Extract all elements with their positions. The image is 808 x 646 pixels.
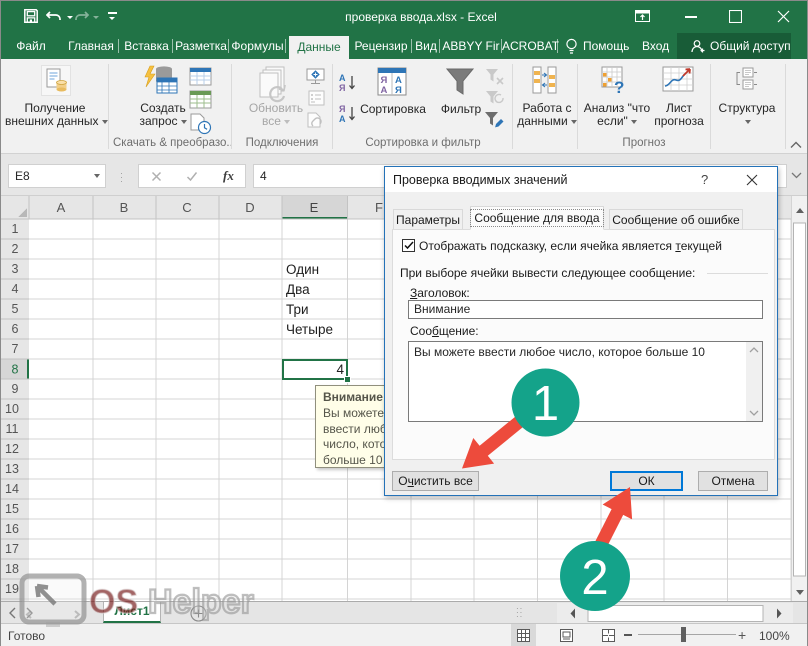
svg-text:4: 4 [12,282,19,296]
svg-text:8: 8 [12,363,19,377]
svg-text:10: 10 [5,402,19,416]
svg-text:Я: Я [339,104,345,114]
svg-text:Три: Три [286,302,309,317]
svg-text:7: 7 [12,342,19,356]
svg-text:9: 9 [12,382,19,396]
svg-text:1: 1 [12,222,19,236]
svg-text:А: А [339,114,346,123]
svg-text:A: A [57,200,66,215]
svg-text:2: 2 [12,242,19,256]
svg-text:5: 5 [12,302,19,316]
svg-text:?: ? [614,78,624,94]
svg-text:11: 11 [6,422,19,436]
svg-text:F: F [375,200,383,215]
svg-text:E: E [310,200,319,215]
svg-text:18: 18 [5,562,19,576]
svg-text:12: 12 [5,442,19,456]
svg-text:17: 17 [5,542,19,556]
svg-text:А: А [339,73,346,83]
svg-text:19: 19 [5,582,19,596]
svg-text:14: 14 [5,482,19,496]
svg-text:Я: Я [339,83,345,92]
svg-text:Один: Один [286,262,319,277]
svg-text:3: 3 [12,262,19,276]
svg-text:Два: Два [286,282,310,297]
svg-text:16: 16 [5,522,19,536]
svg-text:D: D [245,200,254,215]
svg-text:C: C [182,200,191,215]
svg-text:B: B [120,200,129,215]
svg-text:6: 6 [12,322,19,336]
svg-text:4: 4 [336,362,344,377]
svg-text:А: А [381,85,388,96]
svg-text:Четыре: Четыре [286,322,333,337]
svg-text:Я: Я [395,85,402,96]
svg-text:13: 13 [5,462,19,476]
svg-text:15: 15 [5,502,19,516]
